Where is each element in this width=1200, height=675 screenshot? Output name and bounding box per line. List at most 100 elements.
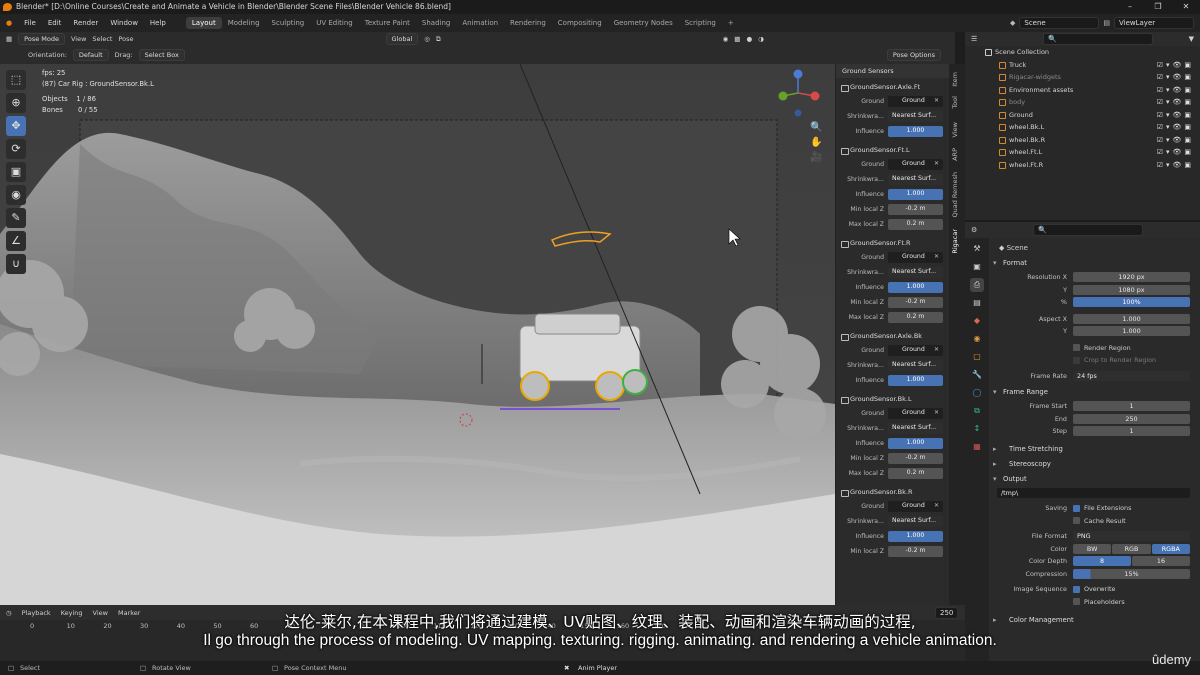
anim-player-close-icon[interactable]: ✖ [564, 664, 569, 672]
influence-field[interactable]: 1.000 [888, 189, 943, 200]
viewlayer-field[interactable]: ViewLayer [1114, 17, 1194, 29]
visibility-icons[interactable]: ☑▾👁▣ [1157, 84, 1194, 97]
ground-object-field[interactable]: Ground [888, 159, 943, 170]
section-time-stretching[interactable]: Time Stretching [989, 442, 1200, 457]
influence-field[interactable]: 1.000 [888, 375, 943, 386]
tab-modeling[interactable]: Modeling [222, 17, 266, 29]
scene-field[interactable]: Scene [1019, 17, 1100, 29]
tab-arp[interactable]: ARP [951, 148, 959, 161]
constraints-tab-icon[interactable]: ⧉ [970, 404, 984, 418]
frame-step-field[interactable]: 1 [1073, 426, 1190, 437]
influence-field[interactable]: 1.000 [888, 126, 943, 137]
output-path-field[interactable]: /tmp\ [997, 487, 1190, 498]
cache-result-checkbox[interactable]: Cache Result [1073, 517, 1200, 525]
measure-tool-icon[interactable]: ∠ [6, 231, 26, 251]
frame-rate-dropdown[interactable]: 24 fps [1073, 370, 1190, 381]
shrinkwrap-dropdown[interactable]: Nearest Surf... [888, 516, 943, 527]
sensor-title[interactable]: GroundSensor.Ft.R [840, 237, 947, 250]
min-z-field[interactable]: -0.2 m [888, 297, 943, 308]
snap-icon[interactable]: ⧉ [436, 35, 441, 44]
visibility-icons[interactable]: ☑▾👁▣ [1157, 109, 1194, 122]
menu-edit[interactable]: Edit [42, 19, 68, 27]
shrinkwrap-dropdown[interactable]: Nearest Surf... [888, 360, 943, 371]
visibility-icons[interactable]: ☑▾👁▣ [1157, 59, 1194, 72]
tab-uv-editing[interactable]: UV Editing [310, 17, 359, 29]
data-tab-icon[interactable]: ↕ [970, 422, 984, 436]
menu-file[interactable]: File [18, 19, 42, 27]
visibility-icons[interactable]: ☑▾👁▣ [1157, 134, 1194, 147]
outliner-item[interactable]: wheel.Bk.L ☑▾👁▣ [965, 121, 1200, 134]
add-workspace-button[interactable]: + [722, 17, 740, 29]
mode-dropdown[interactable]: Pose Mode [18, 33, 65, 45]
color-rgb-button[interactable]: RGB [1112, 543, 1151, 554]
annotate-tool-icon[interactable]: ✎ [6, 208, 26, 228]
menu-select[interactable]: Select [92, 35, 112, 43]
pan-hand-icon[interactable]: ✋ [810, 137, 822, 148]
ground-object-field[interactable]: Ground [888, 501, 943, 512]
ground-sensors-header[interactable]: Ground Sensors [836, 64, 949, 78]
min-z-field[interactable]: -0.2 m [888, 204, 943, 215]
sensor-title[interactable]: GroundSensor.Axle.Bk [840, 330, 947, 343]
editor-type-icon[interactable]: ▦ [6, 35, 12, 43]
color-bw-button[interactable]: BW [1073, 543, 1112, 554]
crop-region-checkbox[interactable]: Crop to Render Region [1073, 356, 1200, 364]
max-z-field[interactable]: 0.2 m [888, 468, 943, 479]
visibility-icons[interactable]: ☑▾👁▣ [1157, 71, 1194, 84]
ground-object-field[interactable]: Ground [888, 345, 943, 356]
properties-search-input[interactable]: 🔍 [1033, 224, 1144, 236]
render-region-checkbox[interactable]: Render Region [1073, 344, 1200, 352]
frame-start-field[interactable]: 1 [1073, 401, 1190, 412]
outliner-item[interactable]: Rigacar-widgets ☑▾👁▣ [965, 71, 1200, 84]
influence-field[interactable]: 1.000 [888, 531, 943, 542]
menu-window[interactable]: Window [104, 19, 144, 27]
visibility-icons[interactable]: ☑▾👁▣ [1157, 96, 1194, 109]
tab-shading[interactable]: Shading [416, 17, 456, 29]
properties-editor-icon[interactable]: ⚙ [971, 226, 977, 234]
compression-slider[interactable]: 15% [1073, 568, 1190, 579]
select-box-tool-icon[interactable]: ⬚ [6, 70, 26, 90]
rotate-tool-icon[interactable]: ⟳ [6, 139, 26, 159]
visibility-icons[interactable]: ☑▾👁▣ [1157, 159, 1194, 172]
tab-compositing[interactable]: Compositing [552, 17, 608, 29]
tab-rigacar[interactable]: Rigacar [951, 229, 959, 254]
outliner-item[interactable]: Ground ☑▾👁▣ [965, 109, 1200, 122]
shading-solid-icon[interactable]: ● [746, 35, 752, 43]
tab-texture-paint[interactable]: Texture Paint [359, 17, 416, 29]
filter-icon[interactable]: ▼ [1189, 35, 1200, 43]
influence-field[interactable]: 1.000 [888, 282, 943, 293]
visibility-icons[interactable]: ☑▾👁▣ [1157, 146, 1194, 159]
cursor-tool-icon[interactable]: ⊕ [6, 93, 26, 113]
tab-view[interactable]: View [951, 122, 959, 137]
outliner-item[interactable]: wheel.Ft.L ☑▾👁▣ [965, 146, 1200, 159]
aspect-y-field[interactable]: 1.000 [1073, 326, 1190, 337]
orientation-dropdown[interactable]: Default [72, 49, 109, 61]
ground-object-field[interactable]: Ground [888, 252, 943, 263]
max-z-field[interactable]: 0.2 m [888, 312, 943, 323]
resolution-pct-field[interactable]: 100% [1073, 297, 1190, 308]
camera-view-icon[interactable]: 🎥 [810, 152, 822, 163]
tab-scripting[interactable]: Scripting [679, 17, 722, 29]
zoom-icon[interactable]: 🔍 [810, 122, 822, 133]
outliner-item[interactable]: wheel.Ft.R ☑▾👁▣ [965, 159, 1200, 172]
influence-field[interactable]: 1.000 [888, 438, 943, 449]
ground-object-field[interactable]: Ground [888, 408, 943, 419]
close-icon[interactable]: ✕ [1172, 0, 1200, 14]
tab-tool[interactable]: Tool [951, 96, 959, 109]
transform-tool-icon[interactable]: ◉ [6, 185, 26, 205]
color-rgba-button[interactable]: RGBA [1151, 543, 1190, 554]
placeholders-checkbox[interactable]: Placeholders [1073, 598, 1200, 606]
overlay-icon[interactable]: ◉ [723, 35, 729, 43]
drag-dropdown[interactable]: Select Box [138, 49, 185, 61]
shrinkwrap-dropdown[interactable]: Nearest Surf... [888, 111, 943, 122]
modifier-tab-icon[interactable]: 🔧 [970, 368, 984, 382]
outliner-item[interactable]: Environment assets ☑▾👁▣ [965, 84, 1200, 97]
menu-help[interactable]: Help [144, 19, 172, 27]
view-layer-tab-icon[interactable]: ▤ [970, 296, 984, 310]
visibility-icons[interactable]: ☑▾👁▣ [1157, 121, 1194, 134]
menu-view[interactable]: View [71, 35, 86, 43]
file-format-dropdown[interactable]: PNG [1073, 531, 1190, 542]
move-tool-icon[interactable]: ✥ [6, 116, 26, 136]
frame-end-field[interactable]: 250 [1073, 413, 1190, 424]
shrinkwrap-dropdown[interactable]: Nearest Surf... [888, 423, 943, 434]
3d-viewport[interactable] [0, 64, 835, 605]
